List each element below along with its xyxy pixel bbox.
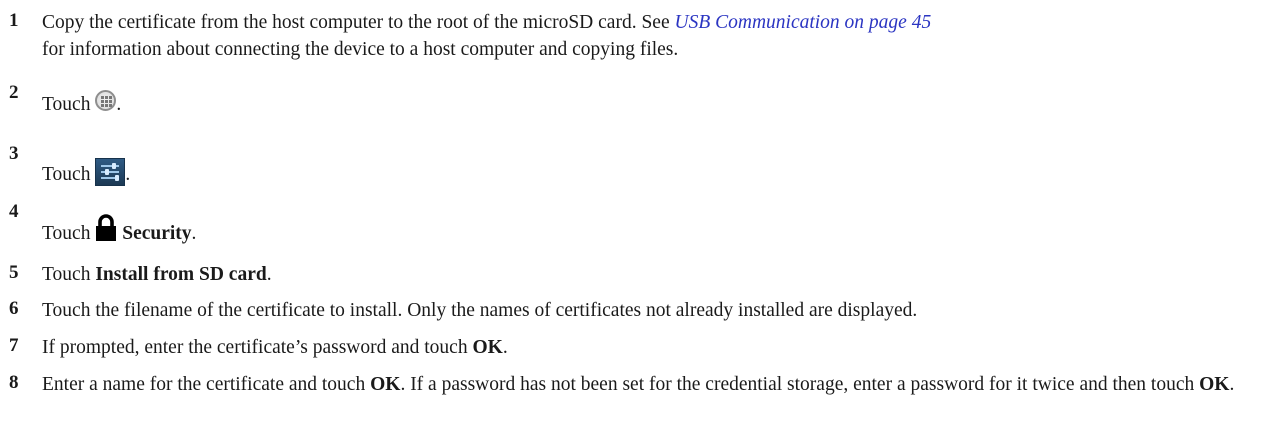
step-text-part: Touch bbox=[42, 223, 96, 244]
apps-icon bbox=[95, 90, 117, 111]
step-text: Enter a name for the certificate and tou… bbox=[42, 371, 1271, 398]
step-number: 1 bbox=[9, 10, 19, 31]
step-text-part: . If a password has not been set for the… bbox=[400, 374, 1200, 395]
install-from-sd-label: Install from SD card bbox=[95, 264, 267, 285]
step-number: 3 bbox=[9, 143, 19, 164]
usb-communication-link[interactable]: USB Communication on page 45 bbox=[674, 12, 931, 33]
ok-label: OK bbox=[1199, 374, 1230, 395]
step-text-part: Touch bbox=[42, 164, 96, 185]
ok-label: OK bbox=[370, 374, 401, 395]
step-number: 7 bbox=[9, 335, 19, 356]
step-text-part: Copy the certificate from the host compu… bbox=[42, 12, 675, 33]
settings-icon bbox=[95, 158, 126, 186]
step-text-part: for information about connecting the dev… bbox=[42, 39, 679, 60]
step-text-part: Touch bbox=[42, 94, 96, 115]
step-text: Touch Security. bbox=[42, 214, 1271, 247]
step-number: 4 bbox=[9, 201, 19, 222]
step-text: Touch . bbox=[42, 90, 1271, 118]
step-text: Touch Install from SD card. bbox=[42, 261, 1271, 288]
step-text: If prompted, enter the certificate’s pas… bbox=[42, 334, 1271, 361]
step-number: 8 bbox=[9, 372, 19, 393]
step-text-part: Enter a name for the certificate and tou… bbox=[42, 374, 371, 395]
step-number: 2 bbox=[9, 82, 19, 103]
step-text-part: . bbox=[266, 264, 272, 285]
ok-label: OK bbox=[472, 337, 503, 358]
step-text-part: . bbox=[116, 94, 122, 115]
security-label: Security bbox=[122, 223, 192, 244]
lock-icon bbox=[96, 214, 117, 241]
step-text: Copy the certificate from the host compu… bbox=[42, 9, 1271, 63]
step-text-part: . bbox=[502, 337, 508, 358]
step-number: 6 bbox=[9, 298, 19, 319]
step-text-part: . bbox=[191, 223, 197, 244]
step-text-part: . bbox=[125, 164, 131, 185]
step-text-part: Touch bbox=[42, 264, 96, 285]
step-number: 5 bbox=[9, 262, 19, 283]
step-text: Touch the filename of the certificate to… bbox=[42, 300, 918, 321]
step-text: Touch . bbox=[42, 158, 1271, 188]
step-text-part: . bbox=[1229, 374, 1235, 395]
step-text-part: If prompted, enter the certificate’s pas… bbox=[42, 337, 473, 358]
